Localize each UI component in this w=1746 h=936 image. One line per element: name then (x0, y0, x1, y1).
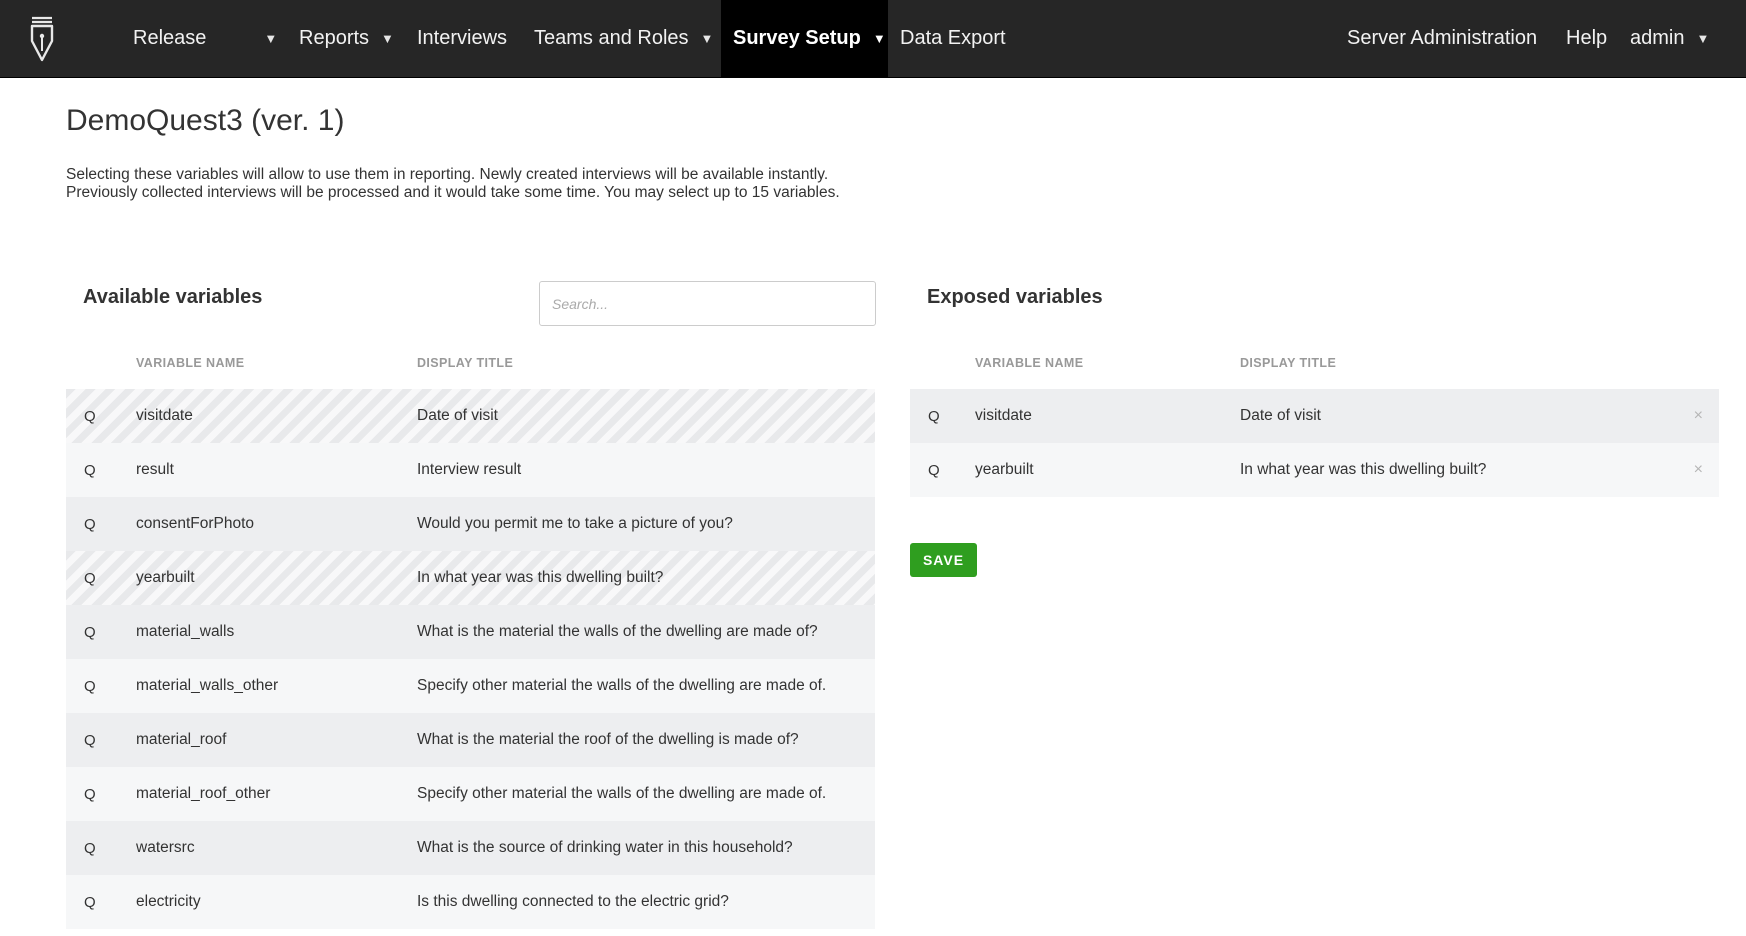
nav-server-administration-label: Server Administration (1347, 27, 1538, 49)
nav-release-label: Release (133, 27, 207, 49)
question-type: Q (84, 839, 96, 857)
display-title: Date of visit (417, 407, 498, 424)
exposed-variables-table: Q visitdate Date of visit × Q yearbuilt … (910, 389, 1719, 497)
question-type: Q (84, 461, 96, 479)
remove-icon[interactable]: × (1694, 407, 1703, 425)
question-type: Q (84, 731, 96, 749)
nav-survey-setup[interactable]: Survey Setup ▼ (721, 0, 888, 77)
display-title: What is the material the roof of the dwe… (417, 731, 799, 748)
table-row[interactable]: Q material_walls What is the material th… (66, 605, 875, 659)
nav-reports-label: Reports (299, 27, 370, 49)
question-type: Q (84, 677, 96, 695)
nav-help-label: Help (1566, 27, 1608, 49)
table-row[interactable]: Q material_roof_other Specify other mate… (66, 767, 875, 821)
table-row[interactable]: Q watersrc What is the source of drinkin… (66, 821, 875, 875)
table-row[interactable]: Q electricity Is this dwelling connected… (66, 875, 875, 929)
nav-release[interactable]: Release ▼ (133, 0, 277, 77)
nav-survey-setup-label: Survey Setup (733, 27, 861, 49)
top-navbar: Release ▼ Reports ▼ Interviews Teams and… (0, 0, 1746, 78)
variable-name: material_roof (136, 731, 227, 748)
page-title: DemoQuest3 (ver. 1) (66, 104, 345, 137)
nav-teams-and-roles-label: Teams and Roles (534, 27, 689, 49)
chevron-down-icon: ▼ (1696, 31, 1710, 46)
variable-name: electricity (136, 893, 201, 910)
nav-user-menu[interactable]: admin ▼ (1630, 0, 1709, 77)
table-row: Q visitdate Date of visit × (910, 389, 1719, 443)
question-type: Q (928, 407, 940, 425)
variable-name: yearbuilt (136, 569, 195, 586)
table-row[interactable]: Q yearbuilt In what year was this dwelli… (66, 551, 875, 605)
question-type: Q (84, 515, 96, 533)
variable-name: visitdate (975, 407, 1032, 424)
display-title: Specify other material the walls of the … (417, 677, 827, 694)
chevron-down-icon: ▼ (872, 31, 886, 46)
pen-nib-logo-icon[interactable] (26, 14, 58, 64)
question-type: Q (84, 623, 96, 641)
table-row[interactable]: Q material_walls_other Specify other mat… (66, 659, 875, 713)
variable-name: material_walls (136, 623, 235, 640)
available-variables-title: Available variables (83, 286, 263, 308)
nav-reports[interactable]: Reports ▼ (299, 0, 394, 77)
variable-name: visitdate (136, 407, 193, 424)
question-type: Q (84, 893, 96, 911)
table-row[interactable]: Q consentForPhoto Would you permit me to… (66, 497, 875, 551)
description-line: Previously collected interviews will be … (66, 184, 840, 201)
available-variables-table: Q visitdate Date of visit Q result Inter… (66, 389, 875, 929)
remove-icon[interactable]: × (1694, 461, 1703, 479)
search-input[interactable] (539, 281, 876, 326)
question-type: Q (84, 785, 96, 803)
table-row[interactable]: Q visitdate Date of visit (66, 389, 875, 443)
table-row: Q yearbuilt In what year was this dwelli… (910, 443, 1719, 497)
nav-server-administration[interactable]: Server Administration (1347, 0, 1537, 77)
exposed-col-variable-name: VARIABLE NAME (975, 356, 1084, 370)
table-row[interactable]: Q material_roof What is the material the… (66, 713, 875, 767)
nav-teams-and-roles[interactable]: Teams and Roles ▼ (534, 0, 713, 77)
question-type: Q (84, 569, 96, 587)
question-type: Q (928, 461, 940, 479)
chevron-down-icon: ▼ (700, 31, 714, 46)
display-title: Date of visit (1240, 407, 1321, 424)
variable-name: consentForPhoto (136, 515, 255, 532)
table-row[interactable]: Q result Interview result (66, 443, 875, 497)
display-title: What is the source of drinking water in … (417, 839, 793, 856)
chevron-down-icon: ▼ (264, 31, 278, 46)
display-title: Specify other material the walls of the … (417, 785, 827, 802)
display-title: Is this dwelling connected to the electr… (417, 893, 729, 910)
available-col-variable-name: VARIABLE NAME (136, 356, 245, 370)
exposed-variables-title: Exposed variables (927, 286, 1103, 308)
display-title: Interview result (417, 461, 522, 478)
nav-data-export[interactable]: Data Export (900, 0, 1006, 77)
variable-name: material_walls_other (136, 677, 279, 694)
save-button[interactable]: SAVE (910, 543, 977, 577)
exposed-col-display-title: DISPLAY TITLE (1240, 356, 1337, 370)
question-type: Q (84, 407, 96, 425)
display-title: Would you permit me to take a picture of… (417, 515, 733, 532)
variable-name: result (136, 461, 174, 478)
nav-interviews[interactable]: Interviews (417, 0, 507, 77)
chevron-down-icon: ▼ (381, 31, 394, 46)
display-title: In what year was this dwelling built? (1240, 461, 1487, 478)
variable-name: material_roof_other (136, 785, 271, 802)
nav-help[interactable]: Help (1566, 0, 1607, 77)
nav-data-export-label: Data Export (900, 27, 1006, 49)
variable-name: watersrc (136, 839, 195, 856)
available-col-display-title: DISPLAY TITLE (417, 356, 514, 370)
nav-interviews-label: Interviews (417, 27, 508, 49)
nav-user-label: admin (1630, 27, 1685, 49)
display-title: What is the material the walls of the dw… (417, 623, 818, 640)
description-line: Selecting these variables will allow to … (66, 166, 829, 183)
display-title: In what year was this dwelling built? (417, 569, 664, 586)
variable-name: yearbuilt (975, 461, 1034, 478)
page-description: Selecting these variables will allow to … (66, 166, 966, 202)
